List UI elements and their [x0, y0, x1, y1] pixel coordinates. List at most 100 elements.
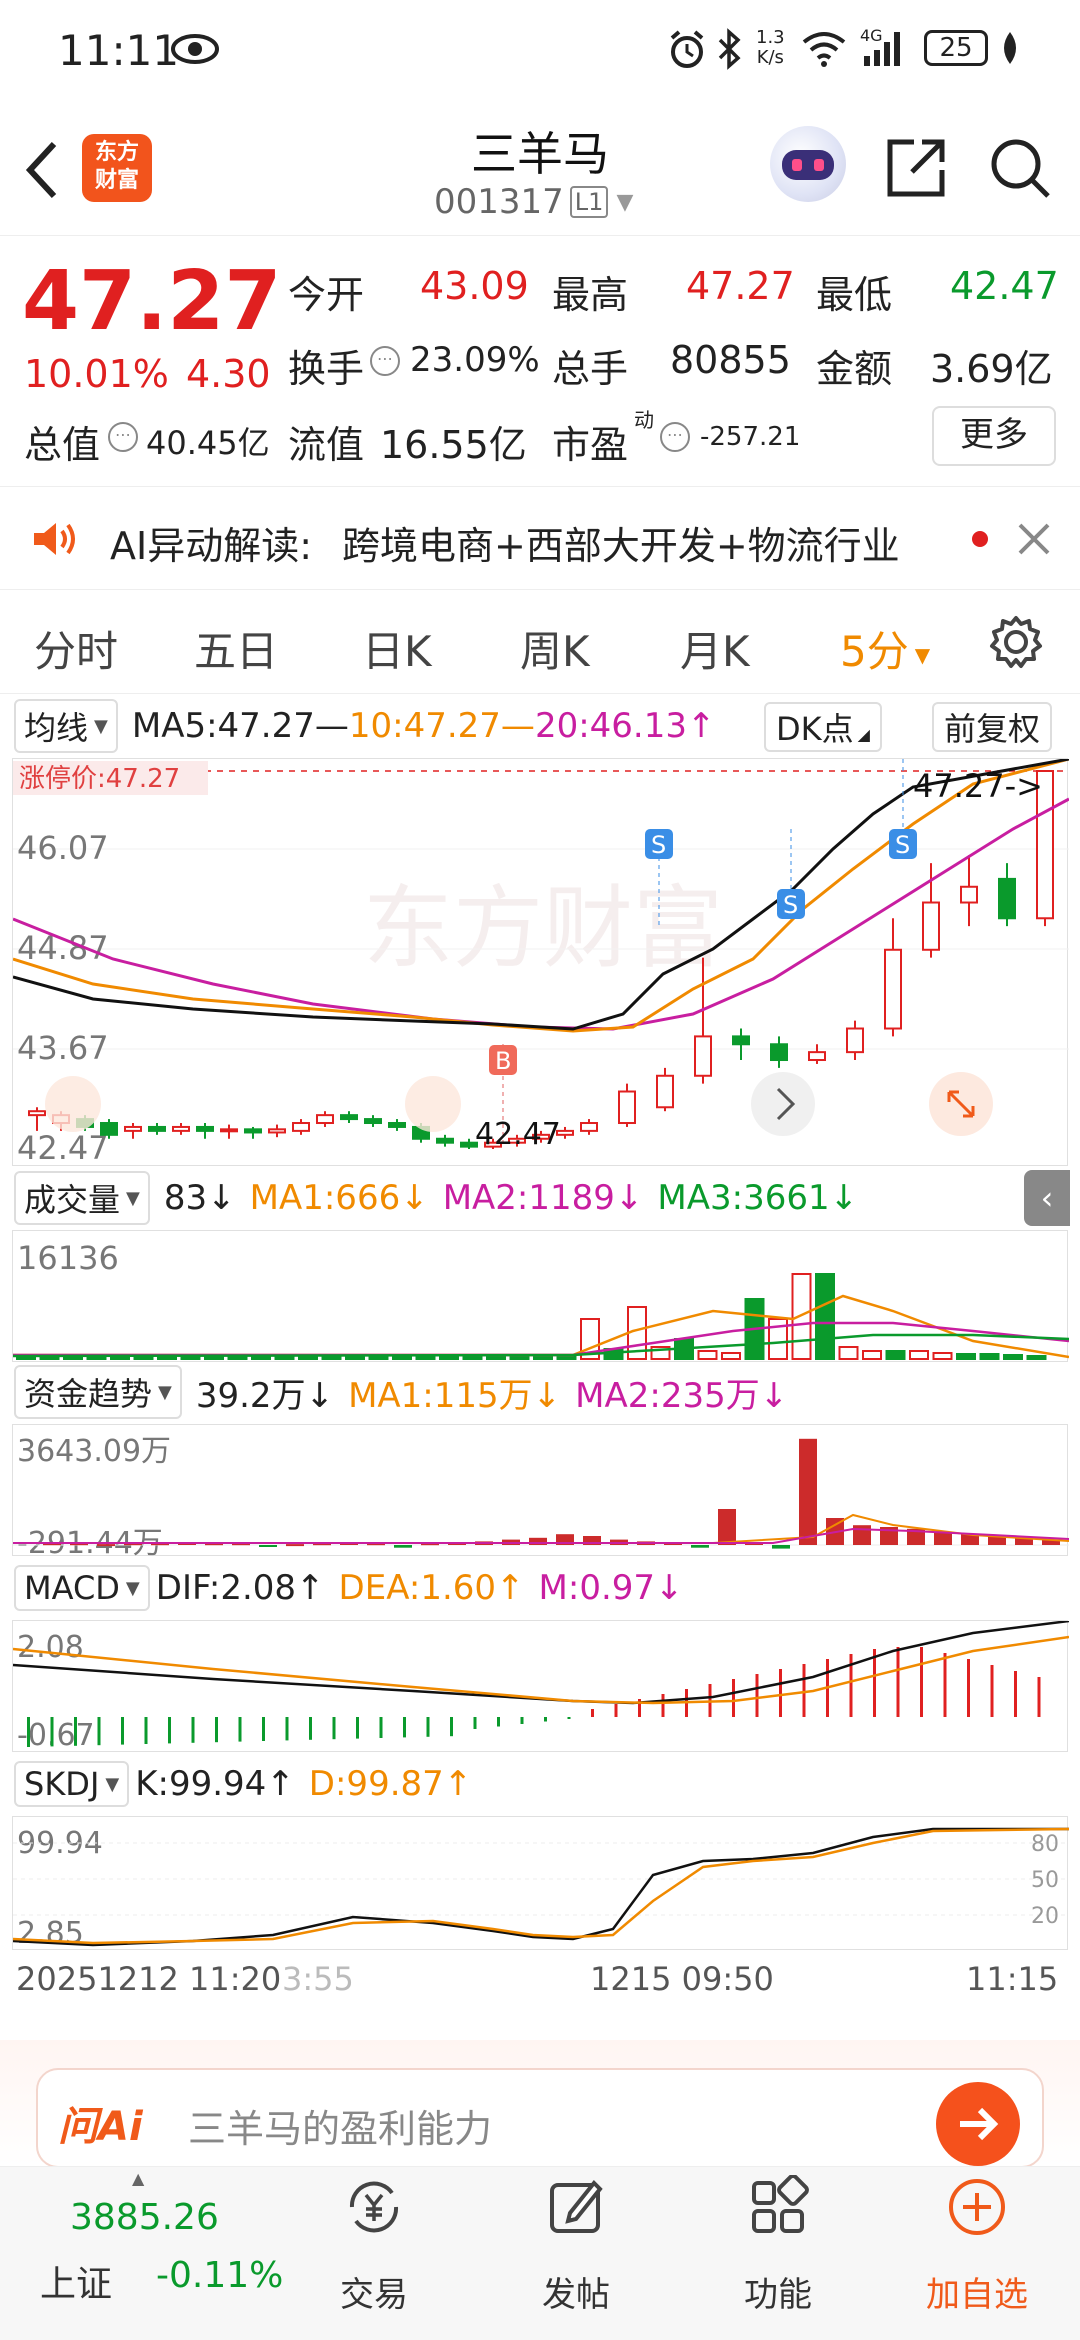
index-pct: -0.11% [156, 2255, 284, 2296]
nav-func[interactable]: 功能 [718, 2167, 838, 2340]
mktcap-label: 总值 [24, 423, 101, 467]
volume-bar [979, 1353, 1000, 1360]
tab-zhouk[interactable]: 周K [520, 618, 590, 679]
macd-bar [144, 1717, 148, 1744]
kline-chart[interactable]: 东方财富 涨停价:47.27 46.07 44.87 43.67 42.47 B… [12, 757, 1070, 1167]
capital-bar [718, 1509, 736, 1545]
volume-chart: 16136 [12, 1230, 1070, 1362]
stock-code: 001317 [434, 182, 564, 222]
ask-ai-input[interactable]: 问Ai 三羊马的盈利能力 [36, 2068, 1044, 2168]
macd-bar [497, 1717, 500, 1727]
ai-banner[interactable]: AI异动解读: 跨境电商+西部大开发+物流行业 [0, 486, 1080, 590]
gear-icon[interactable] [988, 614, 1044, 674]
volume-selector[interactable]: 成交量 ▼ [14, 1171, 150, 1225]
macd-dea: DEA:1.60↑ [338, 1568, 525, 1608]
close-icon[interactable] [1016, 521, 1052, 561]
edit-icon [544, 2175, 608, 2243]
y-label: 3643.09万 [17, 1434, 171, 1469]
capital-bar [394, 1545, 412, 1548]
robot-avatar-icon[interactable] [770, 126, 846, 202]
dk-point-button[interactable]: DK点 ◢ [764, 702, 882, 752]
index-widget[interactable]: ▲ 3885.26 上证 -0.11% [0, 2167, 300, 2340]
volume-header: 成交量 ▼ 83↓ MA1:666↓ MA2:1189↓ MA3:3661↓ ‹ [0, 1168, 1080, 1228]
ma20-value: 20:46.13↑ [534, 706, 716, 746]
volume-bar [721, 1352, 741, 1360]
search-icon[interactable] [988, 136, 1052, 204]
more-button[interactable]: 更多 [932, 406, 1056, 466]
volume-bar [415, 1356, 436, 1360]
tab-fenshi[interactable]: 分时 [34, 618, 118, 679]
yuan-exchange-icon [342, 2175, 406, 2243]
candle-body [884, 948, 902, 1030]
macd-bar [661, 1694, 665, 1717]
tab-yuek[interactable]: 月K [680, 618, 750, 679]
volume-bar [86, 1356, 107, 1360]
candle-body [436, 1137, 454, 1144]
low-label: 最低 [816, 273, 893, 317]
index-name: 上证 [40, 2264, 113, 2305]
candle-body [770, 1043, 788, 1062]
macd-bar [379, 1717, 383, 1738]
volume-bar [227, 1356, 248, 1360]
macd-bar [309, 1717, 312, 1740]
volume-bar [133, 1356, 154, 1360]
nav-post[interactable]: 发帖 [516, 2167, 636, 2340]
ma-selector[interactable]: 均线 ▼ [14, 699, 118, 753]
capital-selector[interactable]: 资金趋势 ▼ [14, 1365, 182, 1419]
candle-body [580, 1122, 598, 1132]
arrow-right-icon[interactable] [936, 2082, 1020, 2166]
macd-dif: DIF:2.08↑ [155, 1568, 325, 1608]
y-label: -291.44万 [17, 1526, 163, 1557]
candle-body [316, 1114, 334, 1125]
nav-trade[interactable]: 交易 [314, 2167, 434, 2340]
leaf-icon [998, 30, 1022, 70]
pe-label: 市盈 [552, 423, 629, 467]
nav-add[interactable]: 加自选 [912, 2167, 1042, 2340]
share-icon[interactable] [884, 136, 948, 204]
macd-bar [591, 1709, 594, 1717]
candle-body [998, 877, 1016, 920]
candle-body [618, 1090, 636, 1125]
volume-label: 总手 [552, 347, 629, 391]
float-label: 流值 [288, 423, 365, 467]
volume-ma2: MA2:1189↓ [442, 1178, 644, 1218]
skdj-k: K:99.94↑ [135, 1764, 295, 1804]
time-axis: 20251212 11:20 3:55 1215 09:50 11:15 [0, 1954, 1080, 2004]
volume-bar [251, 1356, 271, 1360]
limit-price-label: 涨停价:47.27 [19, 764, 180, 794]
ellipsis-icon[interactable]: ⋯ [370, 346, 400, 376]
nav-post-label: 发帖 [542, 2275, 610, 2315]
macd-bar [121, 1717, 124, 1745]
bluetooth-icon [716, 28, 742, 74]
tab-rik[interactable]: 日K [362, 618, 432, 679]
stock-code-row[interactable]: 001317 L1 ▼ [434, 182, 633, 222]
ellipsis-icon[interactable]: ⋯ [108, 422, 138, 452]
net-speed: 1.3 K/s [756, 27, 785, 68]
macd-bar [779, 1669, 782, 1717]
candle-body [656, 1074, 674, 1109]
tab-wuri[interactable]: 五日 [194, 618, 278, 679]
adjust-button[interactable]: 前复权 [932, 702, 1053, 752]
volume-bar [462, 1356, 483, 1360]
macd-bar [403, 1717, 406, 1738]
macd-selector[interactable]: MACD ▼ [14, 1565, 150, 1611]
tab-5min[interactable]: 5分 ▼ [840, 618, 930, 679]
macd-bar [262, 1717, 265, 1741]
candle-body [388, 1122, 406, 1128]
level-badge: L1 [569, 186, 609, 218]
skdj-selector[interactable]: SKDJ ▼ [14, 1761, 130, 1807]
volume-bar [368, 1356, 389, 1360]
collapse-side-button[interactable]: ‹ [1024, 1170, 1070, 1226]
macd-header: MACD ▼ DIF:2.08↑ DEA:1.60↑ M:0.97↓ [0, 1558, 1080, 1618]
price-change: 4.30 [186, 352, 271, 396]
volume-bar [204, 1356, 224, 1360]
status-bar: 11:11 1.3 K/s 4G 25 [0, 0, 1080, 100]
volume-ma1: MA1:666↓ [249, 1178, 429, 1218]
volume-bar [885, 1350, 906, 1360]
capital-chart: 3643.09万 -291.44万 [12, 1424, 1070, 1561]
quote-panel: 47.27 10.01% 4.30 今开 43.09 最高 47.27 最低 4… [0, 236, 1080, 486]
ask-ai-brand: 问Ai [58, 2104, 143, 2150]
ellipsis-icon[interactable]: ⋯ [660, 422, 690, 452]
volume-bar [697, 1350, 718, 1360]
candle-body [846, 1027, 864, 1054]
